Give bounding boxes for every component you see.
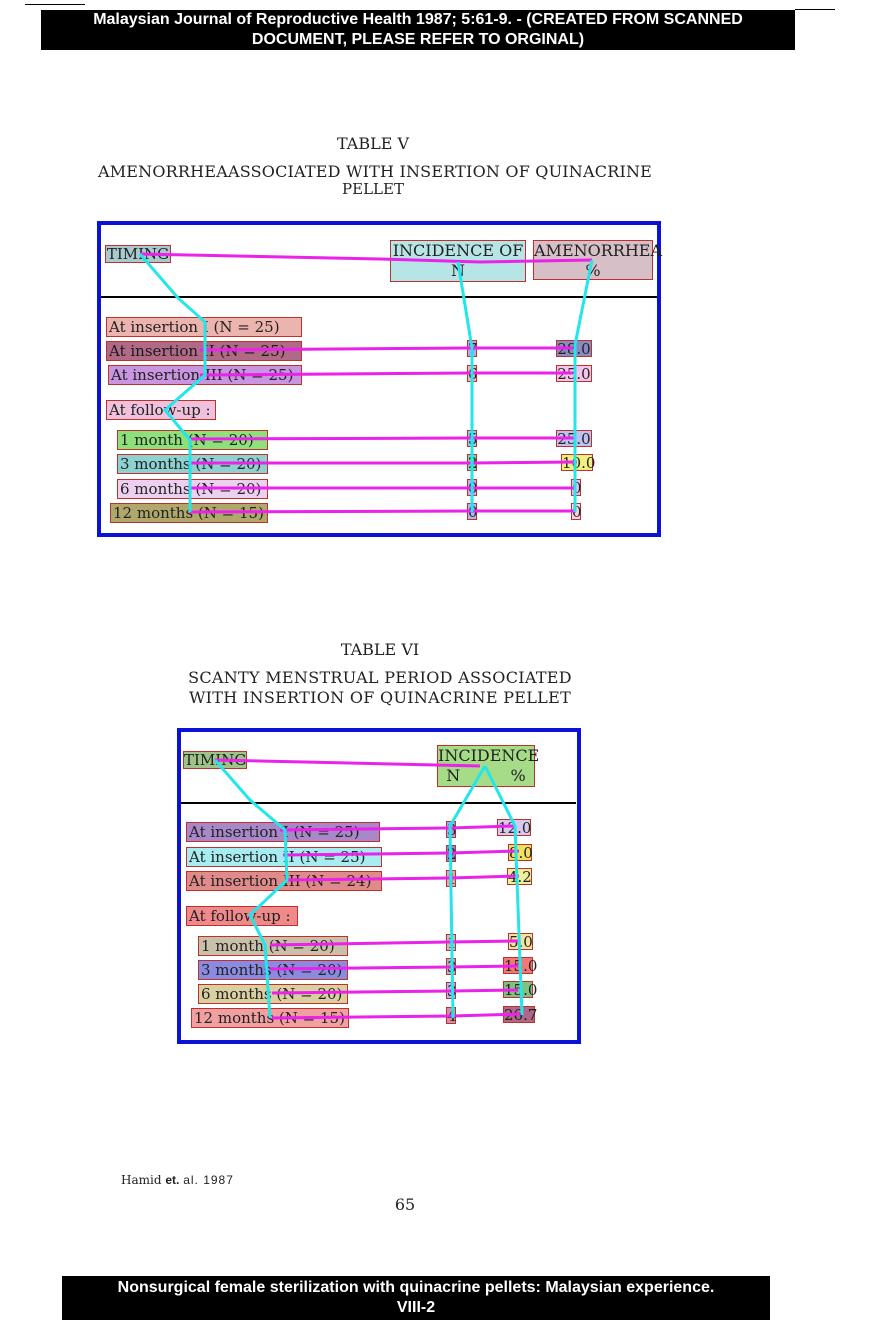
table5-label: TABLE V xyxy=(336,134,410,153)
table5-row-label: 3 months (N = 20) xyxy=(117,454,268,474)
table5-pct-cell: 0 xyxy=(571,479,582,497)
table6-col-incidence: INCIDENCE N % xyxy=(437,745,540,787)
table5-col-amenorrhea: AMENORRHEA % xyxy=(533,240,663,280)
table5-pct-cell: 28.0 xyxy=(556,340,592,358)
table6-row-label: 1 month (N = 20) xyxy=(198,936,348,956)
table6-col-timing: TIMING xyxy=(183,751,247,769)
table6-row-label: At follow-up : xyxy=(186,906,298,926)
citation: Hamid et. al. 1987 xyxy=(121,1173,234,1187)
citation-etal: et. xyxy=(165,1173,180,1187)
table6-n-cell: 2 xyxy=(446,845,457,863)
table6-pct-cell: 4.2 xyxy=(507,868,532,886)
table6-n-cell: 1 xyxy=(446,870,457,888)
table5-pct-cell: 10.0 xyxy=(561,454,596,472)
table6-pct-cell: 15.0 xyxy=(503,957,538,975)
table5-pct-cell: 25.0 xyxy=(556,365,592,383)
table5-n-cell: 7 xyxy=(467,340,478,358)
table6-n-cell: 4 xyxy=(446,1007,457,1025)
footer-banner-line2: VIII-2 xyxy=(396,1299,436,1316)
top-rule-left xyxy=(25,4,85,5)
table5-pct-cell: 0 xyxy=(571,503,582,521)
citation-year: al. 1987 xyxy=(183,1173,234,1187)
table6-row-label: At insertion II (N = 25) xyxy=(186,847,382,867)
table5-col-incidence: INCIDENCE OF N xyxy=(390,240,526,282)
table6-pct-cell: 26.7 xyxy=(503,1006,538,1024)
table5-col-n-label: N xyxy=(451,261,465,280)
table6-label: TABLE VI xyxy=(340,640,420,659)
table5-col-timing: TIMING xyxy=(105,245,171,263)
header-banner-line2: DOCUMENT, PLEASE REFER TO ORGINAL) xyxy=(251,31,585,48)
top-rule-right xyxy=(795,9,835,10)
table6-n-cell: 3 xyxy=(446,821,457,839)
table5-pct-cell: 25.0 xyxy=(556,430,592,448)
annotation-overlay xyxy=(138,252,594,1020)
table5-n-cell: 5 xyxy=(467,430,478,448)
table6-pct-cell: 8.0 xyxy=(508,844,533,862)
table5-title-line2: PELLET xyxy=(342,180,404,198)
table6-n-cell: 3 xyxy=(446,958,457,976)
table6-pct-cell: 5.0 xyxy=(508,933,533,951)
table6-col-n-label: N xyxy=(446,766,461,785)
table5-col-pct-label: % xyxy=(585,261,601,280)
table6-header-rule xyxy=(181,802,576,804)
table6-row-label: 12 months (N = 15) xyxy=(191,1008,349,1028)
table6-title-line1: SCANTY MENSTRUAL PERIOD ASSOCIATED xyxy=(188,668,572,687)
table6-row-label: At insertion I (N = 25) xyxy=(186,822,380,842)
table6-row-label: At insertion III (N = 24) xyxy=(186,871,382,891)
table5-n-cell: 2 xyxy=(467,454,478,472)
table5-row-label: At insertion III (N = 25) xyxy=(108,365,302,385)
table6-row-label: 3 months (N = 20) xyxy=(198,960,348,980)
table5-row-label: At insertion II (N = 25) xyxy=(106,341,302,361)
table5-n-cell: 6 xyxy=(467,365,478,383)
table5-row-label: At insertion I (N = 25) xyxy=(106,317,302,337)
table6-pct-cell: 12.0 xyxy=(497,819,532,837)
table6-pct-cell: 15.0 xyxy=(503,981,538,999)
table5-col-incidence-label: INCIDENCE OF xyxy=(392,241,524,260)
table5-col-amenorrhea-label: AMENORRHEA xyxy=(534,241,663,260)
table5-header-rule xyxy=(101,296,657,298)
table5-row-label: At follow-up : xyxy=(106,400,216,420)
citation-author: Hamid xyxy=(121,1173,162,1187)
table6-title-line2: WITH INSERTION OF QUINACRINE PELLET xyxy=(188,688,572,707)
table5-row-label: 1 month (N = 20) xyxy=(117,430,268,450)
table5-row-label: 12 months (N = 15) xyxy=(110,503,268,523)
table6-col-incidence-label: INCIDENCE xyxy=(438,746,540,765)
table6-n-cell: 1 xyxy=(446,934,457,952)
table5-n-cell: 0 xyxy=(467,479,478,497)
footer-banner-line1: Nonsurgical female sterilization with qu… xyxy=(117,1279,715,1296)
table5-title-line1: AMENORRHEAASSOCIATED WITH INSERTION OF Q… xyxy=(97,162,653,181)
footer-banner: Nonsurgical female sterilization with qu… xyxy=(62,1276,770,1320)
page-number: 65 xyxy=(394,1195,416,1214)
header-banner: Malaysian Journal of Reproductive Health… xyxy=(41,10,795,50)
table5-row-label: 6 months (N = 20) xyxy=(117,479,268,499)
header-banner-line1: Malaysian Journal of Reproductive Health… xyxy=(93,11,743,28)
table6-n-cell: 3 xyxy=(446,982,457,1000)
table6-col-n-pct: N % xyxy=(438,766,534,786)
table5-n-cell: 0 xyxy=(467,503,478,521)
table6-row-label: 6 months (N = 20) xyxy=(198,984,348,1004)
table6-col-pct-label: % xyxy=(510,766,526,785)
